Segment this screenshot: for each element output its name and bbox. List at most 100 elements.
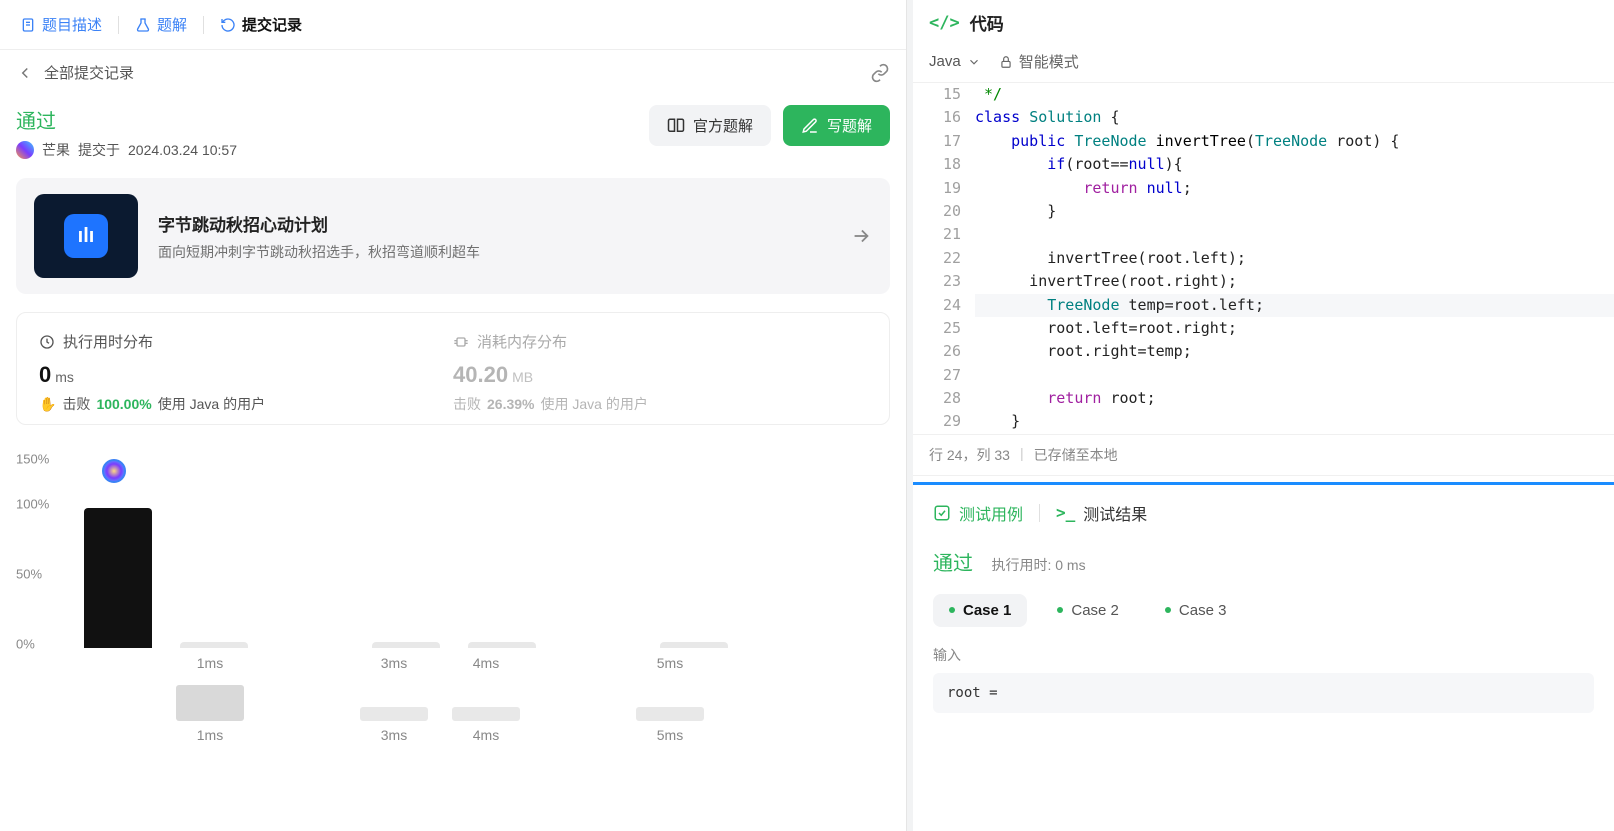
submitted-prefix: 提交于	[78, 140, 120, 160]
chart-bar[interactable]	[468, 642, 536, 648]
case-tab-2[interactable]: Case 2	[1041, 594, 1135, 627]
runtime-stat[interactable]: 执行用时分布 0ms ✋ 击败 100.00% 使用 Java 的用户	[39, 331, 453, 414]
case-tabs: Case 1 Case 2 Case 3	[933, 594, 1594, 627]
link-icon[interactable]	[870, 63, 890, 83]
test-runtime: 执行用时: 0 ms	[991, 557, 1085, 573]
author-name[interactable]: 芒果	[42, 140, 70, 160]
tab-test-results[interactable]: >_ 测试结果	[1052, 497, 1151, 529]
bars-icon: ılı	[64, 214, 108, 258]
official-solution-button[interactable]: 官方题解	[649, 105, 771, 146]
language-row: Java 智能模式	[913, 45, 1614, 83]
x-axis-label	[256, 727, 348, 743]
runtime-value: 0	[39, 362, 51, 387]
code-header: </> 代码	[913, 0, 1614, 45]
sub-header: 全部提交记录	[0, 50, 906, 95]
x-axis-label	[256, 655, 348, 671]
input-box[interactable]: root =	[933, 673, 1594, 713]
runtime-distribution-chart: 150%100%50%0%1ms3ms4ms5ms1ms3ms4ms5ms	[16, 439, 890, 709]
runtime-header: 执行用时分布	[63, 331, 153, 352]
chevron-down-icon	[967, 55, 981, 69]
chart-bar[interactable]	[372, 642, 440, 648]
edit-icon	[801, 117, 819, 135]
back-label[interactable]: 全部提交记录	[44, 62, 134, 83]
test-body: 通过 执行用时: 0 ms Case 1Case 2Case 3 输入 root…	[913, 541, 1614, 719]
arrow-right-icon	[850, 225, 872, 247]
input-value: root =	[947, 685, 998, 701]
lock-icon	[999, 55, 1013, 69]
stats-card: 执行用时分布 0ms ✋ 击败 100.00% 使用 Java 的用户	[16, 312, 890, 425]
tab-submissions-label: 提交记录	[242, 14, 302, 35]
tab-test-results-label: 测试结果	[1083, 501, 1147, 525]
x-axis-label: 1ms	[164, 727, 256, 743]
x-axis-label	[532, 727, 624, 743]
separator	[1039, 504, 1040, 522]
avatar[interactable]	[16, 141, 34, 159]
chart-bar[interactable]	[180, 642, 248, 648]
y-axis-label: 50%	[16, 567, 42, 582]
case-tab-label: Case 3	[1179, 602, 1227, 619]
chart-bar[interactable]	[452, 707, 520, 721]
tab-description[interactable]: 题目描述	[14, 10, 108, 39]
status-dot-icon	[949, 607, 955, 613]
chart-bar[interactable]	[176, 685, 244, 721]
case-tab-label: Case 1	[963, 602, 1011, 619]
case-tab-label: Case 2	[1071, 602, 1119, 619]
code-content[interactable]: */class Solution { public TreeNode inver…	[975, 83, 1614, 434]
y-axis-label: 0%	[16, 637, 35, 652]
test-panel: 测试用例 >_ 测试结果 通过 执行用时: 0 ms Case 1Case 2C…	[913, 482, 1614, 831]
promo-subtitle: 面向短期冲刺字节跳动秋招选手，秋招弯道顺利超车	[158, 242, 480, 262]
chart-bar[interactable]	[360, 707, 428, 721]
case-tab-1[interactable]: Case 1	[933, 594, 1027, 627]
memory-beat-pct: 26.39%	[487, 396, 534, 412]
memory-header: 消耗内存分布	[477, 331, 567, 352]
write-solution-label: 写题解	[827, 115, 872, 136]
cursor-position: 行 24，列 33	[929, 445, 1010, 465]
beat-suffix: 使用 Java 的用户	[158, 394, 265, 414]
book-icon	[667, 117, 685, 135]
write-solution-button[interactable]: 写题解	[783, 105, 890, 146]
case-tab-3[interactable]: Case 3	[1149, 594, 1243, 627]
x-axis-label: 4ms	[440, 727, 532, 743]
tab-description-label: 题目描述	[42, 14, 102, 35]
status-dot-icon	[1165, 607, 1171, 613]
chart-bar[interactable]	[660, 642, 728, 648]
test-tabs: 测试用例 >_ 测试结果	[913, 485, 1614, 541]
memory-stat[interactable]: 消耗内存分布 40.20MB 击败 26.39% 使用 Java 的用户	[453, 331, 867, 414]
saved-label: 已存储至本地	[1034, 445, 1118, 465]
mode-indicator[interactable]: 智能模式	[999, 51, 1079, 72]
x-axis-label	[72, 655, 164, 671]
promo-card[interactable]: ılı 字节跳动秋招心动计划 面向短期冲刺字节跳动秋招选手，秋招弯道顺利超车	[16, 178, 890, 294]
separator	[118, 16, 119, 34]
submission-detail-scroll[interactable]: 通过 芒果 提交于 2024.03.24 10:57 官方题解	[0, 95, 906, 831]
beat-suffix-2: 使用 Java 的用户	[540, 394, 647, 414]
language-label: Java	[929, 53, 961, 70]
chart-bar[interactable]	[84, 508, 152, 648]
document-icon	[20, 17, 36, 33]
back-icon[interactable]	[16, 64, 34, 82]
clap-icon: ✋	[39, 396, 56, 413]
submitted-at: 2024.03.24 10:57	[128, 142, 237, 158]
tab-test-cases[interactable]: 测试用例	[929, 497, 1027, 529]
beat-label: 击败	[62, 394, 90, 414]
tab-solution[interactable]: 题解	[129, 10, 193, 39]
code-title: 代码	[970, 10, 1004, 35]
left-panel: 题目描述 题解 提交记录 全部提交记录	[0, 0, 907, 831]
user-marker-icon	[102, 459, 126, 483]
x-axis-label	[532, 655, 624, 671]
y-axis-label: 150%	[16, 452, 49, 467]
separator	[203, 16, 204, 34]
tab-submissions[interactable]: 提交记录	[214, 10, 308, 39]
x-axis-label: 3ms	[348, 655, 440, 671]
flask-icon	[135, 17, 151, 33]
runtime-unit: ms	[55, 369, 74, 385]
x-axis-label: 4ms	[440, 655, 532, 671]
code-editor[interactable]: 151617181920212223242526272829 */class S…	[913, 83, 1614, 434]
language-selector[interactable]: Java	[929, 53, 981, 70]
chart-bar[interactable]	[636, 707, 704, 721]
right-panel: </> 代码 Java 智能模式 15161718192021222324252…	[907, 0, 1614, 831]
x-axis-label	[72, 727, 164, 743]
memory-value: 40.20	[453, 362, 508, 387]
promo-title: 字节跳动秋招心动计划	[158, 211, 480, 236]
verdict-label: 通过	[16, 105, 237, 134]
x-axis-label: 5ms	[624, 655, 716, 671]
